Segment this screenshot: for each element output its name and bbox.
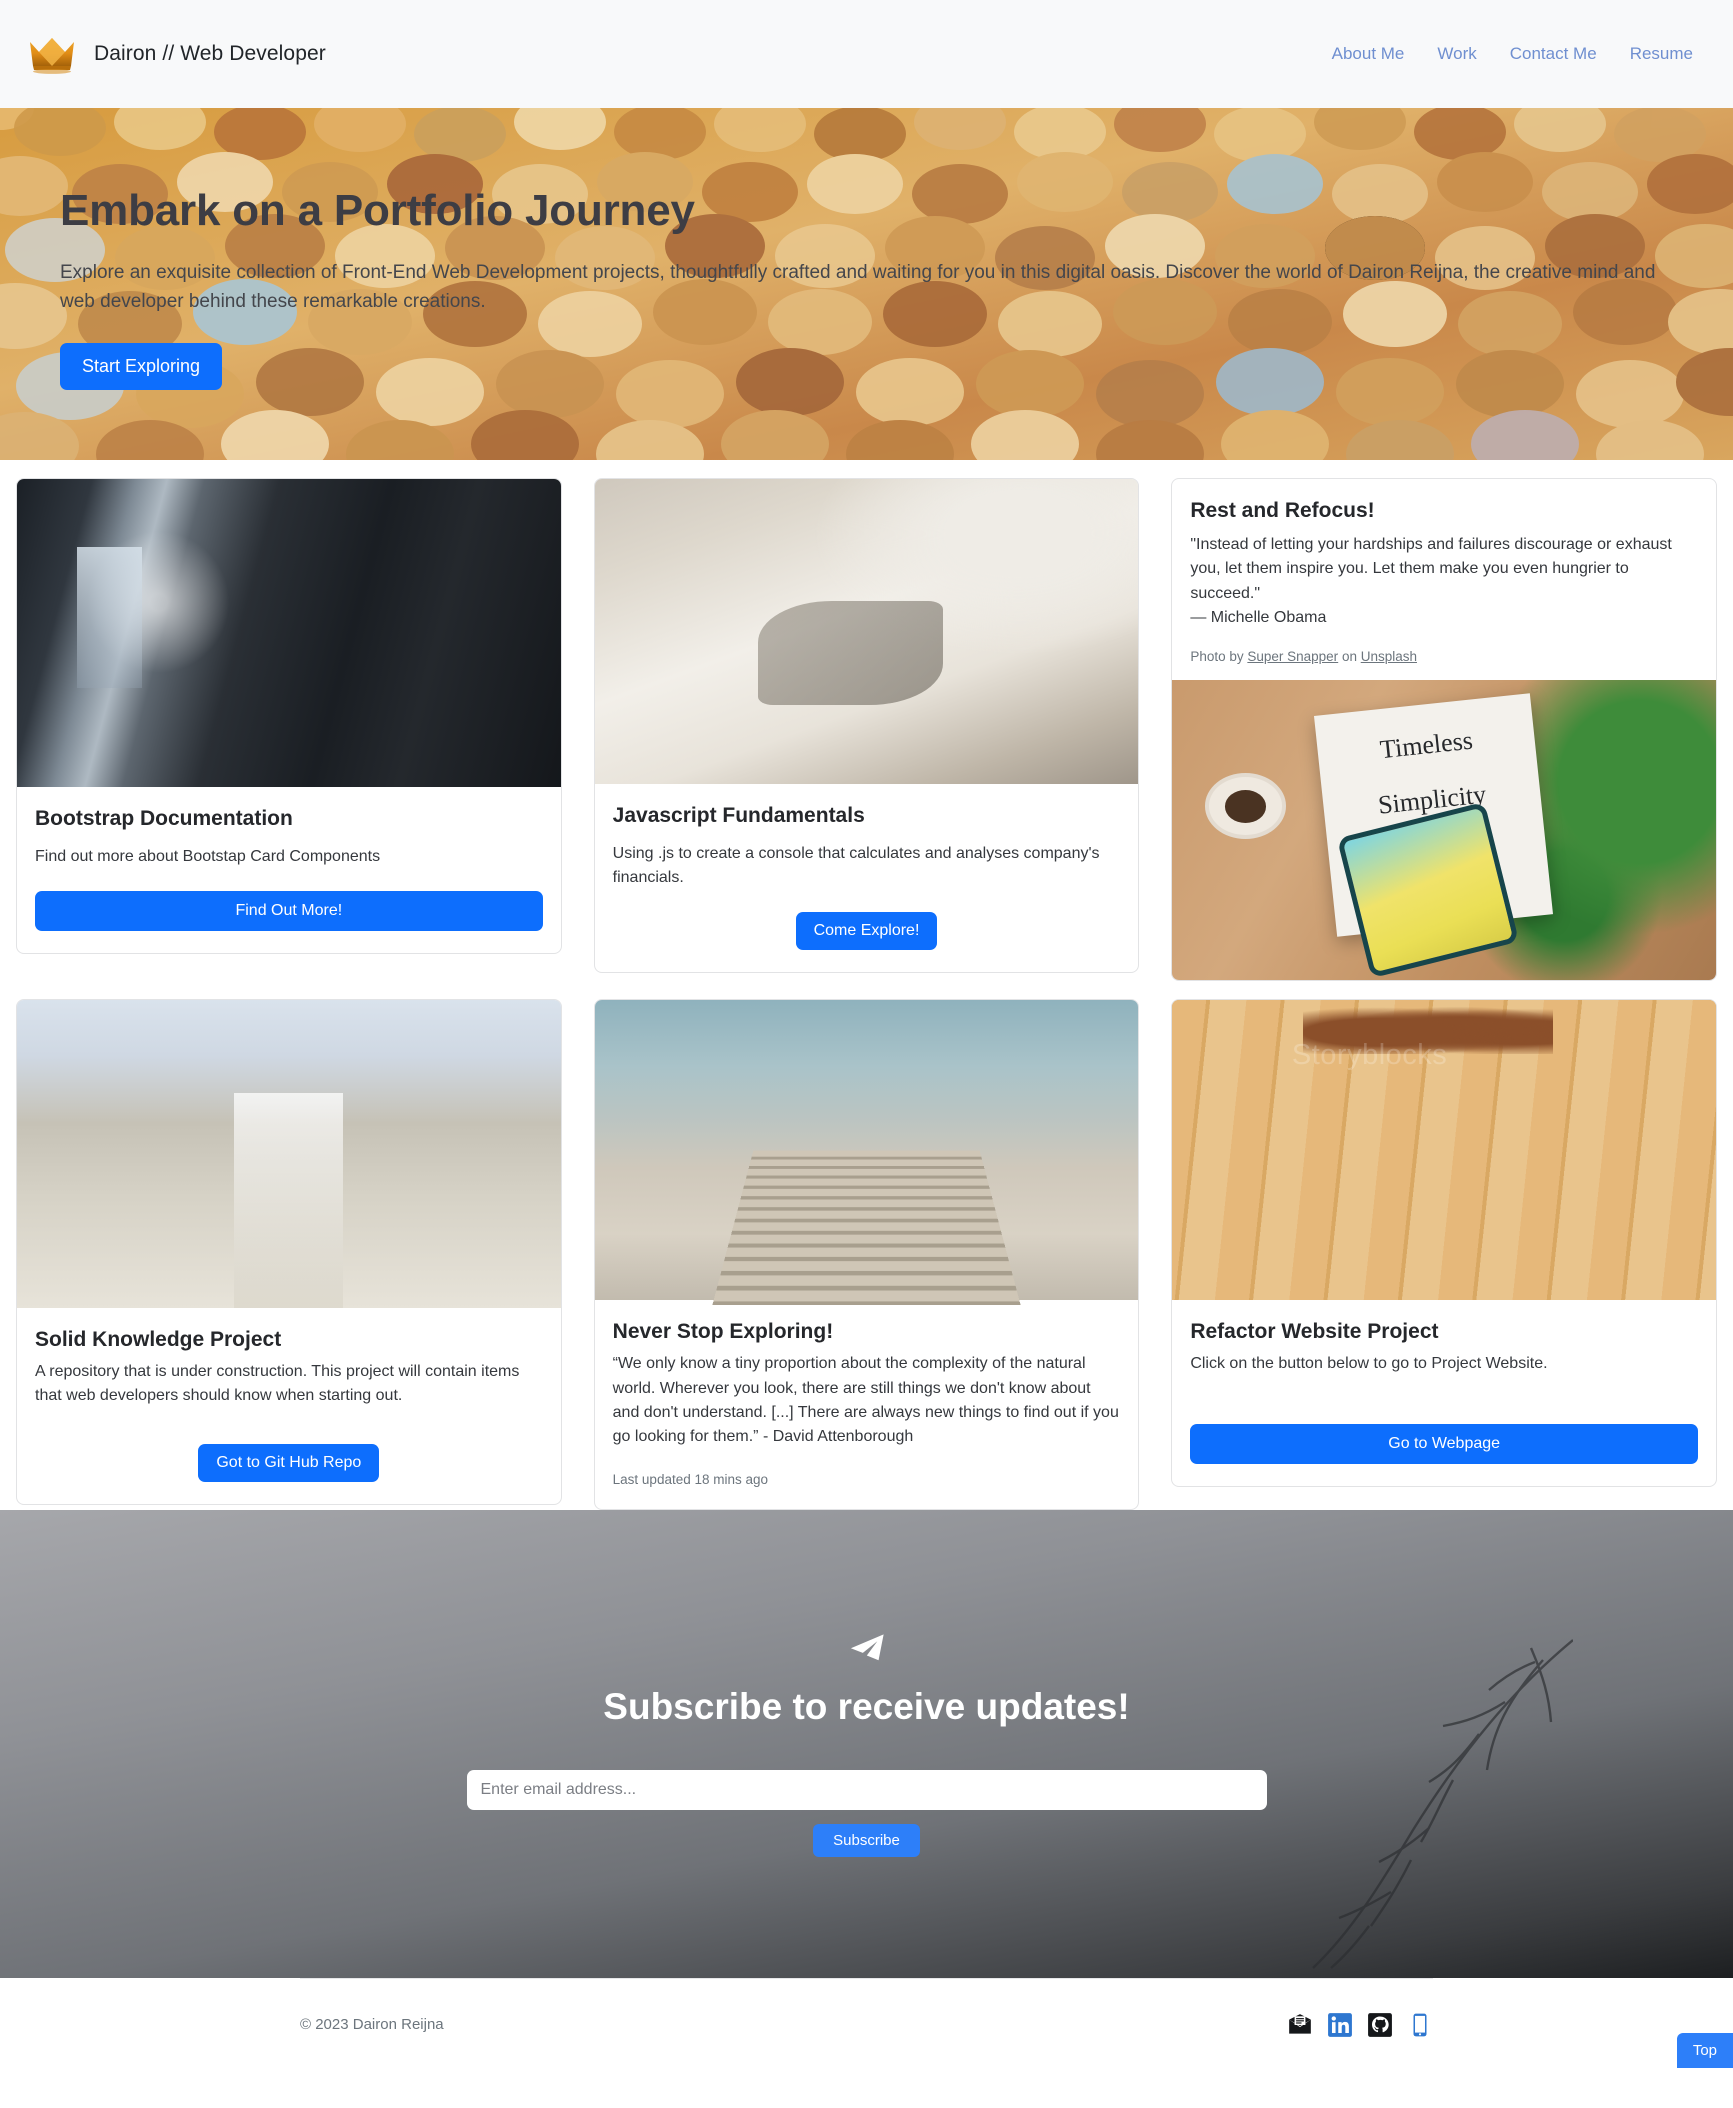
card-quote-text: “We only know a tiny proportion about th… [612,1355,1119,1446]
card-body: Rest and Refocus! "Instead of letting yo… [1172,479,1716,680]
card-column-never-stop-exploring: Never Stop Exploring! “We only know a ti… [578,981,1156,1510]
photo-credit-source-link[interactable]: Unsplash [1361,649,1417,664]
footer: © 2023 Dairon Reijna [0,1977,1733,2068]
card-column-refactor-website: Storyblocks Refactor Website Project Cli… [1155,981,1733,1509]
card-title: Refactor Website Project [1190,1320,1439,1344]
brand-title: Dairon // Web Developer [94,42,326,65]
go-to-webpage-button[interactable]: Go to Webpage [1190,1424,1698,1465]
card-body: Javascript Fundamentals Using .js to cre… [595,784,1139,972]
card-body: Bootstrap Documentation Find out more ab… [17,787,561,953]
card-title: Rest and Refocus! [1190,499,1375,522]
subscribe-content: Subscribe to receive updates! Subscribe [466,1630,1267,1857]
card-body: Solid Knowledge Project A repository tha… [17,1308,561,1504]
card-column-rest-refocus: Rest and Refocus! "Instead of letting yo… [1155,460,1733,982]
social-links [1287,2012,1433,2038]
card-column-solid-knowledge: Solid Knowledge Project A repository tha… [0,981,578,1509]
card-never-stop-exploring[interactable]: Never Stop Exploring! “We only know a ti… [593,999,1140,1510]
photo-credit-author-link[interactable]: Super Snapper [1247,649,1338,664]
tree-branch-decoration [1312,1638,1573,1969]
card-rest-and-refocus[interactable]: Rest and Refocus! "Instead of letting yo… [1171,478,1717,982]
card-grid-row-2: Solid Knowledge Project A repository tha… [0,981,1733,1510]
copyright-text: © 2023 Dairon Reijna [300,2016,444,2033]
card-column-javascript: Javascript Fundamentals Using .js to cre… [578,460,1156,981]
card-text: Using .js to create a console that calcu… [612,845,1100,886]
brand-link[interactable]: Dairon // Web Developer [26,33,326,75]
start-exploring-button[interactable]: Start Exploring [60,342,223,390]
card-image-timeless-simplicity: Timeless Simplicity [1172,680,1716,981]
find-out-more-button[interactable]: Find Out More! [35,891,543,931]
coffee-cup-shape [1204,773,1287,840]
nav-link-resume[interactable]: Resume [1630,44,1693,64]
come-explore-button[interactable]: Come Explore! [795,912,938,950]
card-body: Never Stop Exploring! “We only know a ti… [595,1300,1139,1508]
card-refactor-website-project[interactable]: Storyblocks Refactor Website Project Cli… [1171,999,1717,1488]
card-action-row: Go to Webpage [1190,1376,1698,1465]
card-action-row: Got to Git Hub Repo [35,1408,543,1483]
card-image-wooden-floor: Storyblocks [1172,1000,1716,1301]
nav-link-contact-me[interactable]: Contact Me [1510,44,1597,64]
card-javascript-fundamentals[interactable]: Javascript Fundamentals Using .js to cre… [593,478,1140,973]
crown-icon [30,38,74,74]
page-wrapper: Dairon // Web Developer About Me Work Co… [0,0,1733,2068]
card-image-dark-room [17,479,561,787]
card-image-library [17,1000,561,1309]
card-quote-attribution: — Michelle Obama [1190,608,1327,626]
photo-credit: Photo by Super Snapper on Unsplash [1190,649,1698,664]
back-to-top-button[interactable]: Top [1676,2032,1733,2068]
hero-subtitle: Explore an exquisite collection of Front… [60,262,1656,313]
card-action-row: Find Out More! [35,869,543,931]
github-icon[interactable] [1367,2012,1393,2038]
subscribe-section: Subscribe to receive updates! Subscribe [0,1509,1733,1978]
nav-link-work[interactable]: Work [1437,44,1476,64]
card-bootstrap-documentation[interactable]: Bootstrap Documentation Find out more ab… [16,478,562,954]
footer-inner: © 2023 Dairon Reijna [300,1977,1433,2068]
subscribe-title: Subscribe to receive updates! [603,1686,1130,1727]
image-watermark: Storyblocks [1291,1039,1448,1072]
card-title: Never Stop Exploring! [612,1320,834,1344]
card-last-updated: Last updated 18 mins ago [612,1471,769,1487]
photo-credit-prefix: Photo by [1190,649,1248,665]
card-text: A repository that is under construction.… [35,1363,520,1405]
card-title: Solid Knowledge Project [35,1328,282,1352]
linkedin-icon[interactable] [1327,2012,1353,2038]
email-input[interactable] [466,1770,1267,1810]
hero-content: Embark on a Portfolio Journey Explore an… [0,108,1670,390]
paper-plane-icon [850,1634,884,1661]
nav-links: About Me Work Contact Me Resume [1332,44,1707,64]
card-column-bootstrap: Bootstrap Documentation Find out more ab… [0,460,578,981]
email-icon[interactable] [1287,2012,1313,2038]
card-solid-knowledge-project[interactable]: Solid Knowledge Project A repository tha… [16,999,562,1506]
nav-link-about-me[interactable]: About Me [1332,44,1405,64]
card-title: Javascript Fundamentals [612,804,865,827]
subscribe-button[interactable]: Subscribe [813,1824,920,1857]
card-title: Bootstrap Documentation [35,807,293,830]
mobile-phone-icon[interactable] [1407,2012,1433,2038]
hero-section: Embark on a Portfolio Journey Explore an… [0,108,1733,460]
card-image-pier [594,1000,1139,1301]
card-body: Refactor Website Project Click on the bu… [1172,1300,1716,1486]
goto-github-repo-button[interactable]: Got to Git Hub Repo [198,1444,380,1483]
card-text: Click on the button below to go to Proje… [1190,1355,1548,1373]
top-navbar: Dairon // Web Developer About Me Work Co… [0,0,1733,108]
photo-credit-middle: on [1338,649,1361,665]
card-quote-text: "Instead of letting your hardships and f… [1190,536,1672,602]
card-image-hand-writing [594,479,1139,784]
card-action-row: Come Explore! [613,890,1121,950]
hero-title: Embark on a Portfolio Journey [60,186,695,235]
card-grid-row-1: Bootstrap Documentation Find out more ab… [0,460,1733,982]
card-text: Find out more about Bootstap Card Compon… [35,848,381,865]
